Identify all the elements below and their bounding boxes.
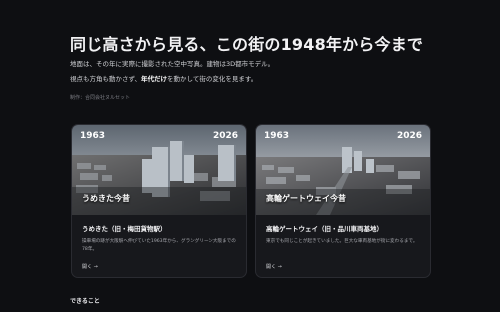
card-takanawa[interactable]: 1963 2026 高輪ゲートウェイ今昔 高輪ゲートウェイ（旧・品川車両基地） … bbox=[255, 124, 431, 278]
page-title: 同じ高さから見る、この街の1948年から今まで bbox=[70, 35, 424, 54]
intro-text-emphasis: 年代だけ bbox=[141, 75, 168, 83]
section-heading-capabilities: できること bbox=[70, 298, 100, 305]
year-end-label: 2026 bbox=[212, 131, 238, 141]
card-title: 高輪ゲートウェイ（旧・品川車両基地） bbox=[266, 225, 383, 233]
card-photo: 1963 2026 うめきた今昔 bbox=[72, 125, 246, 215]
card-description: 東京でも同じことが起きていました。巨大な車両基地が街に変わるまで。 bbox=[266, 239, 418, 244]
card-description: 操車場の跡が大阪駅へ伸びていた1963年から、グラングリーン大阪までの78年。 bbox=[82, 239, 236, 252]
intro-text-pre: 視点も方角も動かさず、 bbox=[70, 75, 142, 83]
year-start-label: 1963 bbox=[80, 131, 106, 141]
card-umekita[interactable]: 1963 2026 うめきた今昔 うめきた（旧・梅田貨物駅） 操車場の跡が大阪駅… bbox=[71, 124, 247, 278]
photo-overlay-label: うめきた今昔 bbox=[82, 194, 130, 203]
card-title: うめきた（旧・梅田貨物駅） bbox=[82, 225, 167, 233]
credit-text: 制作：合同会社ヌルセット bbox=[70, 95, 131, 101]
year-end-label: 2026 bbox=[396, 131, 422, 141]
card-photo: 1963 2026 高輪ゲートウェイ今昔 bbox=[256, 125, 430, 215]
open-link[interactable]: 開く → bbox=[82, 263, 98, 270]
year-start-label: 1963 bbox=[264, 131, 290, 141]
intro-text-post: を動かして街の変化を見ます。 bbox=[167, 75, 258, 83]
intro-text-line2: 視点も方角も動かさず、年代だけを動かして街の変化を見ます。 bbox=[70, 73, 257, 83]
intro-text-line1: 地面は、その年に実際に撮影された空中写真。建物は3D都市モデル。 bbox=[70, 60, 275, 68]
open-link[interactable]: 開く → bbox=[266, 263, 282, 270]
photo-overlay-label: 高輪ゲートウェイ今昔 bbox=[266, 194, 346, 203]
